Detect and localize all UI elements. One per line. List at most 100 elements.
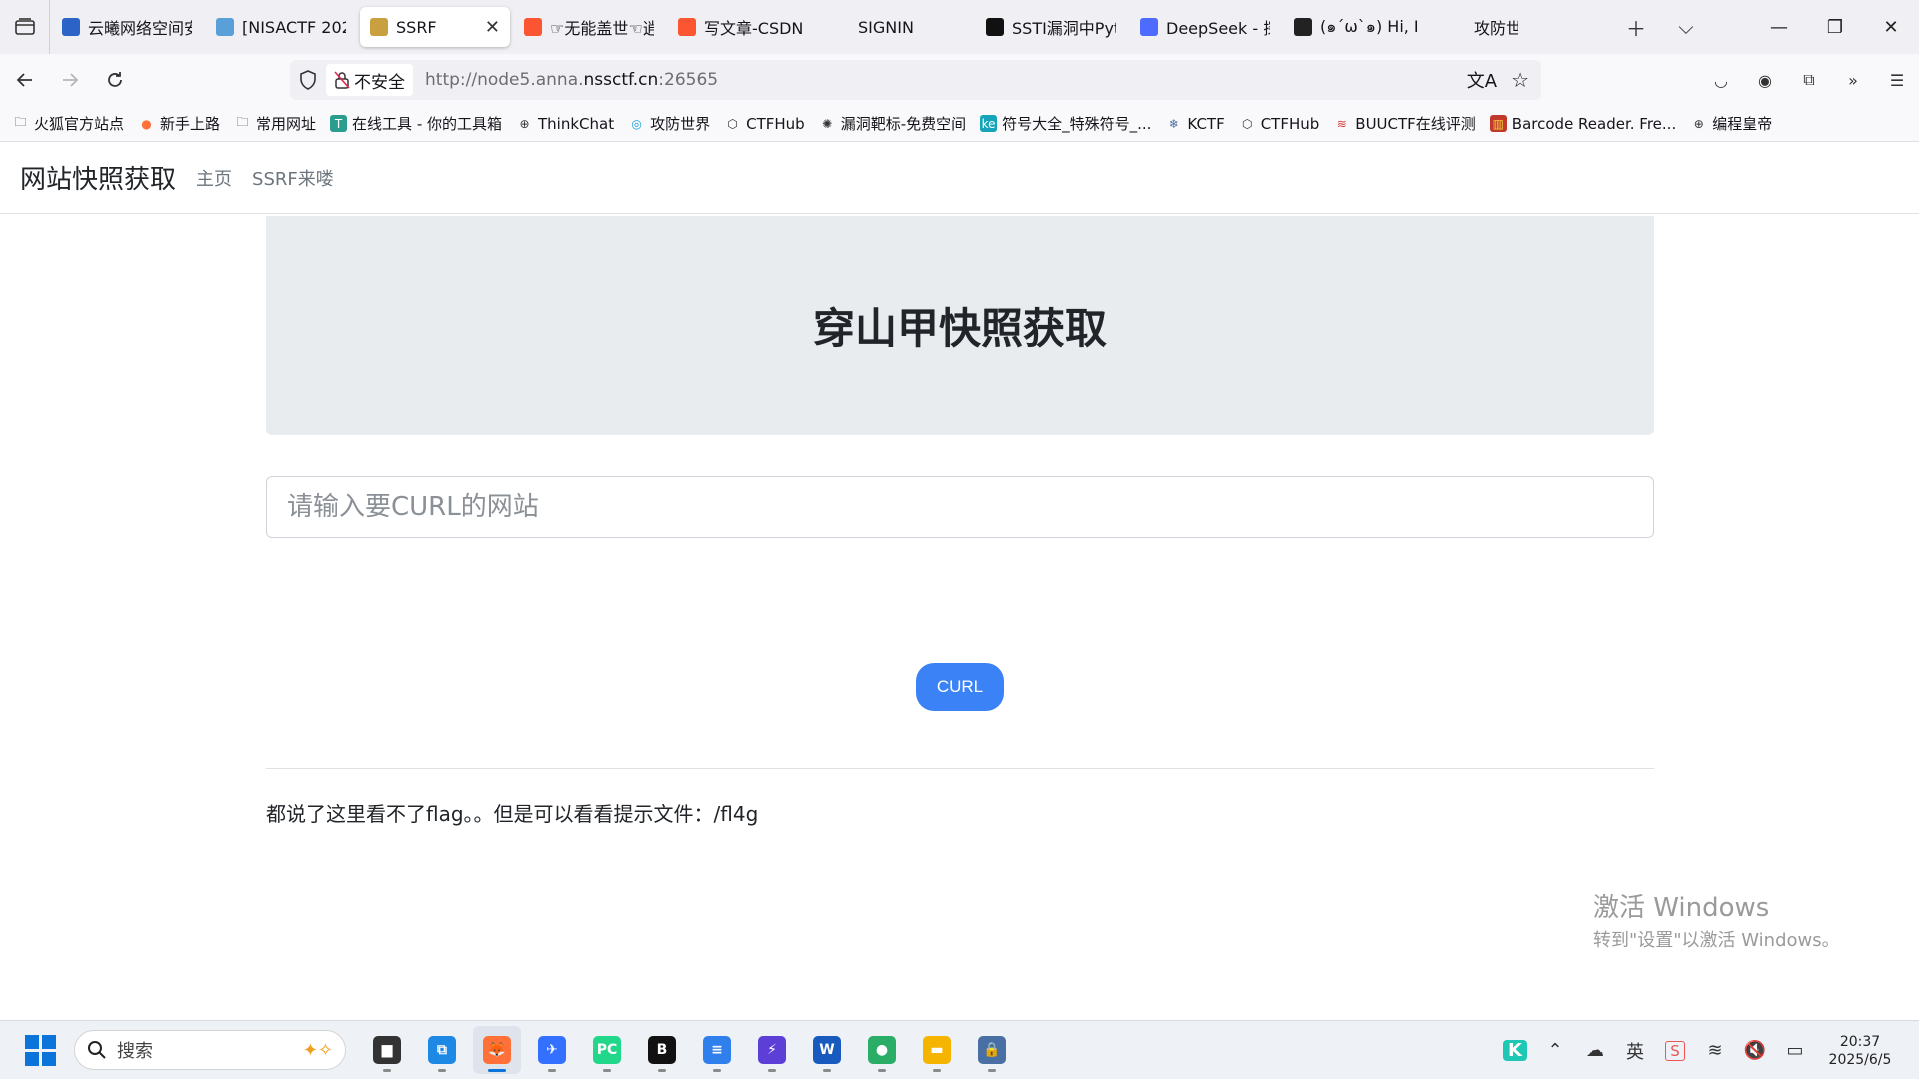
nav-bar: 不安全 http://node5.anna.nssctf.cn:26565 文A… — [0, 54, 1919, 106]
ime-icon[interactable]: 英 — [1615, 1038, 1655, 1064]
bookmark-item[interactable]: ◎ 攻防世界 — [628, 113, 710, 134]
overflow-button[interactable]: » — [1833, 60, 1873, 100]
translate-icon[interactable]: 文A — [1467, 67, 1497, 93]
start-button[interactable] — [20, 1030, 60, 1070]
url-text[interactable]: http://node5.anna.nssctf.cn:26565 — [425, 70, 718, 90]
tab-title: (๑´ω`๑) Hi, I n — [1320, 16, 1424, 36]
buu-icon: ≋ — [1336, 116, 1347, 131]
tab[interactable]: [NISACTF 202 — [206, 7, 356, 47]
bookmark-item[interactable]: ● 新手上路 — [138, 113, 220, 134]
close-tab-icon[interactable]: ✕ — [485, 17, 500, 38]
account-icon: ◉ — [1758, 70, 1772, 90]
bookmark-label: 漏洞靶标-免费空间 — [840, 115, 967, 133]
reload-button[interactable] — [95, 60, 135, 100]
tracking-protection-button[interactable] — [290, 70, 326, 90]
bookmark-item[interactable]: ke 符号大全_特殊符号_... — [980, 113, 1151, 134]
restore-button[interactable]: ❐ — [1807, 0, 1863, 54]
tab[interactable]: SSRF ✕ — [360, 7, 510, 47]
arrow-right-icon — [63, 73, 79, 87]
clock-date: 2025/6/5 — [1828, 1051, 1892, 1068]
bookmark-star-icon[interactable]: ☆ — [1511, 68, 1529, 92]
running-indicator — [488, 1069, 506, 1072]
tab[interactable]: DeepSeek - 探 — [1130, 7, 1280, 47]
account-button[interactable]: ◉ — [1745, 60, 1785, 100]
url-bar-actions: 文A ☆ — [1467, 67, 1529, 93]
divider — [266, 768, 1654, 769]
speaker-muted-icon[interactable]: 🔇 — [1735, 1040, 1775, 1061]
minimize-button[interactable]: — — [1751, 0, 1807, 54]
bookmark-item[interactable]: ⊕ ThinkChat — [516, 115, 614, 133]
running-indicator — [988, 1069, 996, 1072]
bookmark-item[interactable]: 🗀 常用网址 — [234, 113, 317, 134]
extensions-button[interactable]: ⧉ — [1789, 60, 1829, 100]
bookmark-item[interactable]: 🗀 火狐官方站点 — [12, 113, 124, 134]
taskbar-search[interactable]: 搜索 ✦✧ — [74, 1030, 346, 1070]
clock[interactable]: 20:37 2025/6/5 — [1815, 1033, 1905, 1069]
bookmark-item[interactable]: ❄ KCTF — [1165, 115, 1225, 133]
list-all-tabs-button[interactable]: ⌵ — [1661, 0, 1711, 54]
tab-favicon-icon — [62, 18, 80, 36]
taskbar-app[interactable]: PC — [583, 1026, 631, 1074]
wifi-icon[interactable]: ≋ — [1695, 1040, 1735, 1061]
tab[interactable]: 云曦网络空间安 — [52, 7, 202, 47]
lock-app-icon: 🔒 — [978, 1036, 1006, 1064]
bookmark-item[interactable]: ⬡ CTFHub — [724, 115, 804, 133]
windows-activation-watermark: 激活 Windows 转到"设置"以激活 Windows。 — [1593, 887, 1840, 952]
taskbar-app[interactable]: ● — [858, 1026, 906, 1074]
tab[interactable]: SIGNIN — [822, 7, 972, 47]
curl-url-input[interactable] — [266, 476, 1654, 538]
firefox-icon: 🦊 — [483, 1036, 511, 1064]
site-navbar: 网站快照获取 主页 SSRF来喽 — [0, 142, 1919, 214]
tool-icon: T — [330, 115, 348, 132]
kimi-tray-icon[interactable]: K — [1495, 1040, 1535, 1061]
bookmark-label: 常用网址 — [256, 115, 317, 133]
chevron-up-icon[interactable]: ⌃ — [1535, 1040, 1575, 1061]
bookmark-item[interactable]: T 在线工具 - 你的工具箱 — [330, 113, 502, 134]
site-brand[interactable]: 网站快照获取 — [20, 159, 176, 196]
hero-title: 穿山甲快照获取 — [812, 304, 1107, 353]
url-prefix: http://node5.anna. — [425, 70, 584, 90]
taskbar-app[interactable]: W — [803, 1026, 851, 1074]
bookmark-item[interactable]: ⬡ CTFHub — [1239, 115, 1319, 133]
taskbar-app[interactable]: ⚡ — [748, 1026, 796, 1074]
tab[interactable]: 攻防世界 — [1438, 7, 1528, 47]
puzzle-icon: ⧉ — [1803, 70, 1815, 89]
taskbar-app[interactable]: ▆ — [363, 1026, 411, 1074]
bookmark-item[interactable]: ≋ BUUCTF在线评测 — [1333, 113, 1476, 134]
taskbar-app[interactable]: ⧉ — [418, 1026, 466, 1074]
watermark-subtitle: 转到"设置"以激活 Windows。 — [1593, 930, 1840, 951]
bookmark-item[interactable]: ✺ 漏洞靶标-免费空间 — [819, 113, 966, 134]
pocket-button[interactable]: ◡ — [1701, 60, 1741, 100]
close-window-button[interactable]: ✕ — [1863, 0, 1919, 54]
tab-list-button[interactable] — [0, 0, 50, 54]
sogou-icon[interactable]: S — [1655, 1040, 1695, 1061]
web-page: 网站快照获取 主页 SSRF来喽 穿山甲快照获取 CURL 都说了这里看不了fl… — [0, 142, 1919, 1020]
taskbar-app[interactable]: ▬ — [913, 1026, 961, 1074]
taskbar-app[interactable]: 🔒 — [968, 1026, 1016, 1074]
bookmark-label: 在线工具 - 你的工具箱 — [352, 115, 502, 133]
url-bar[interactable]: 不安全 http://node5.anna.nssctf.cn:26565 文A… — [290, 60, 1541, 100]
tab[interactable]: 写文章-CSDN — [668, 7, 818, 47]
insecure-connection-badge[interactable]: 不安全 — [326, 64, 413, 96]
hero-banner: 穿山甲快照获取 — [266, 216, 1654, 435]
taskbar-app[interactable]: B — [638, 1026, 686, 1074]
bookmark-label: BUUCTF在线评测 — [1355, 115, 1476, 133]
bookmark-item[interactable]: ▥ Barcode Reader. Fre... — [1489, 115, 1676, 133]
forward-button[interactable] — [50, 60, 90, 100]
taskbar-app[interactable]: ≡ — [693, 1026, 741, 1074]
battery-icon[interactable]: ▭ — [1775, 1040, 1815, 1061]
taskbar-app[interactable]: 🦊 — [473, 1026, 521, 1074]
tab[interactable]: SSTI漏洞中Pyt — [976, 7, 1126, 47]
cloud-sync-icon[interactable]: ☁ — [1575, 1040, 1615, 1061]
nav-link-ssrf[interactable]: SSRF来喽 — [252, 165, 334, 191]
curl-button[interactable]: CURL — [916, 663, 1004, 711]
new-tab-button[interactable]: ＋ — [1611, 0, 1661, 54]
app-menu-button[interactable]: ☰ — [1877, 60, 1917, 100]
tab[interactable]: ☞无能盖世☜逍 — [514, 7, 664, 47]
bookmark-item[interactable]: ⊕ 编程皇帝 — [1690, 113, 1773, 134]
nav-link-home[interactable]: 主页 — [196, 165, 232, 191]
back-button[interactable] — [5, 60, 45, 100]
taskbar-app[interactable]: ✈ — [528, 1026, 576, 1074]
tab[interactable]: (๑´ω`๑) Hi, I n — [1284, 7, 1434, 47]
tab-favicon-icon — [678, 18, 696, 36]
